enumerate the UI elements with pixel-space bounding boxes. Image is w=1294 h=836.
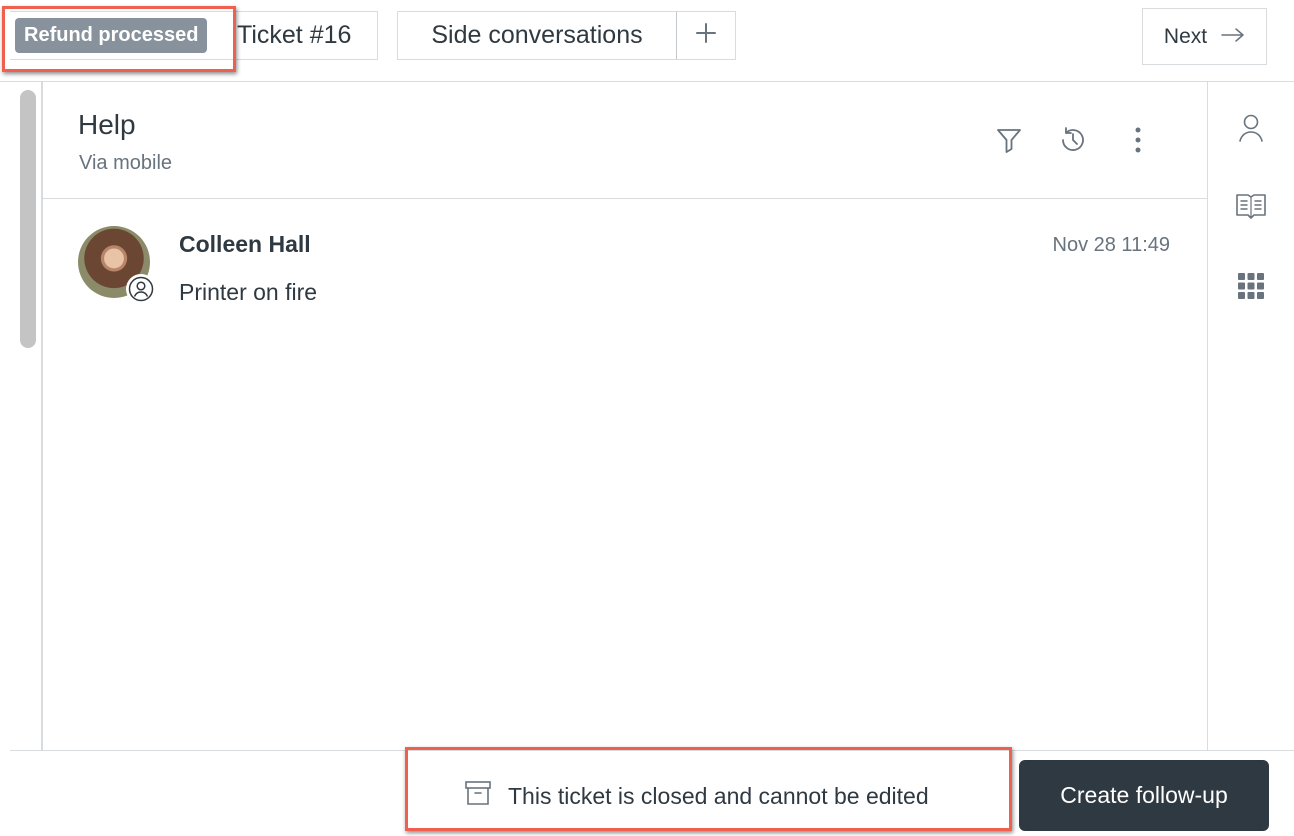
add-side-conversation-button[interactable] (677, 11, 736, 60)
closed-notice-text: This ticket is closed and cannot be edit… (508, 782, 929, 809)
message-body: Printer on fire (179, 279, 318, 305)
create-follow-up-button[interactable]: Create follow-up (1019, 760, 1269, 831)
conversation-scrollbar[interactable] (20, 90, 36, 348)
next-label: Next (1163, 24, 1208, 48)
closed-notice: This ticket is closed and cannot be edit… (464, 779, 929, 813)
archive-icon (464, 779, 492, 813)
conversation-header: Help Via mobile (43, 82, 1208, 199)
conversation-title: Help (78, 109, 136, 140)
conversation-channel: Via mobile (79, 152, 173, 174)
filter-icon[interactable] (991, 122, 1027, 158)
context-rail (1207, 82, 1294, 750)
next-ticket-button[interactable]: Next (1142, 8, 1267, 65)
status-badge: Refund processed (15, 18, 208, 53)
apps-grid-icon[interactable] (1235, 270, 1267, 302)
more-vertical-icon[interactable] (1120, 122, 1156, 158)
plus-icon (694, 21, 718, 50)
ticket-tab-label[interactable]: Ticket #16 (237, 19, 351, 52)
side-conversations-label: Side conversations (431, 21, 643, 49)
knowledge-book-icon[interactable] (1235, 190, 1267, 222)
end-user-icon (126, 274, 156, 304)
user-icon[interactable] (1235, 112, 1267, 144)
tab-side-conversations[interactable]: Side conversations (397, 11, 677, 60)
history-icon[interactable] (1055, 122, 1091, 158)
ticket-topbar: Refund processed Ticket #16 Side convers… (0, 0, 1294, 82)
arrow-right-icon (1221, 25, 1245, 49)
message-author[interactable]: Colleen Hall (179, 231, 311, 258)
message-item: Colleen Hall Printer on fire Nov 28 11:4… (78, 226, 1178, 316)
message-timestamp: Nov 28 11:49 (1052, 234, 1171, 256)
